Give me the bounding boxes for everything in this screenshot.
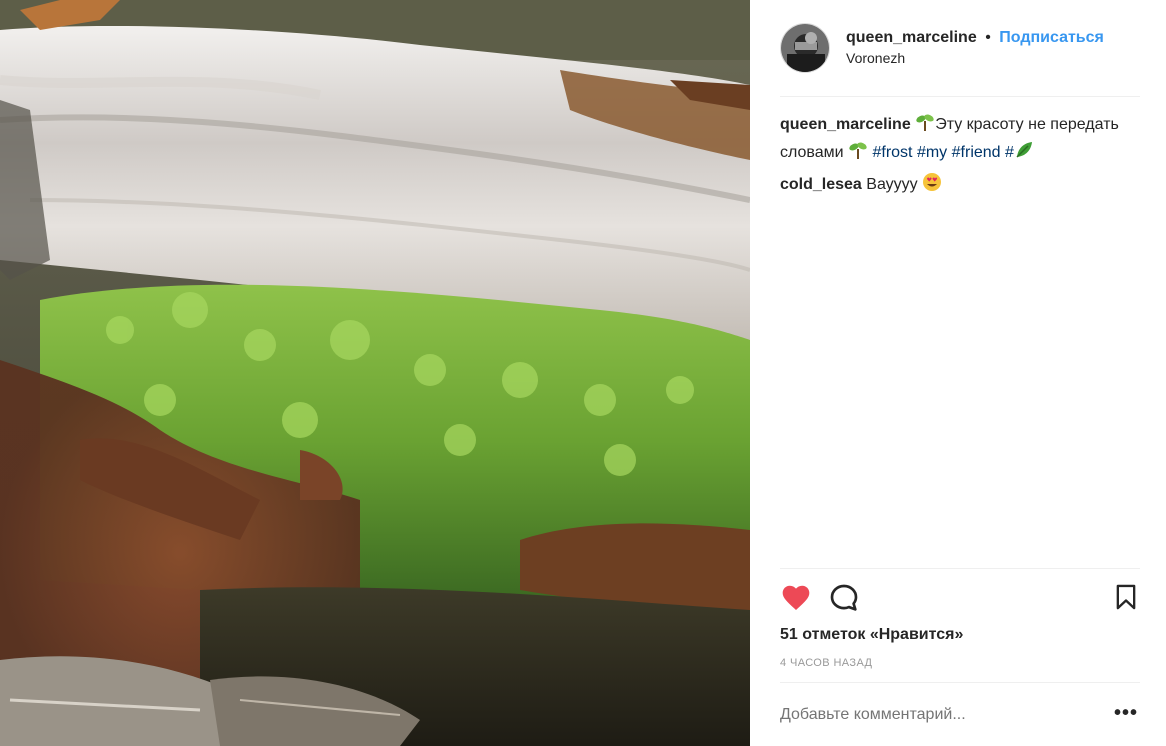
separator-dot: • xyxy=(985,29,991,46)
action-bar xyxy=(780,582,1140,616)
more-options-button[interactable]: ••• xyxy=(1114,702,1138,725)
comments-list: queen_marceline Эту красоту не передать … xyxy=(780,112,1144,204)
comment-button[interactable] xyxy=(828,582,860,619)
seedling-emoji-icon xyxy=(915,112,935,140)
hashtag-link[interactable]: #my xyxy=(917,144,947,161)
divider xyxy=(780,682,1140,683)
like-button[interactable] xyxy=(780,582,812,619)
caption: queen_marceline Эту красоту не передать … xyxy=(780,112,1144,168)
post-photo[interactable] xyxy=(0,0,750,746)
moss-log-photo xyxy=(0,0,750,746)
heart-eyes-emoji-icon xyxy=(922,172,942,200)
hashtag-link[interactable]: # xyxy=(1005,144,1014,161)
avatar[interactable] xyxy=(780,23,830,73)
add-comment-input[interactable] xyxy=(780,706,1100,724)
caption-username[interactable]: queen_marceline xyxy=(780,116,911,133)
post-dialog: queen_marceline • Подписаться Voronezh q… xyxy=(0,0,1166,746)
header-info: queen_marceline • Подписаться Voronezh xyxy=(846,28,1104,68)
author-username[interactable]: queen_marceline xyxy=(846,29,977,46)
save-button[interactable] xyxy=(1112,582,1140,617)
leaf-emoji-icon xyxy=(1014,140,1034,168)
hashtag-link[interactable]: #friend xyxy=(952,144,1001,161)
seedling-emoji-icon xyxy=(848,140,868,168)
post-header: queen_marceline • Подписаться Voronezh xyxy=(780,20,1140,76)
hashtag-link[interactable]: #frost xyxy=(872,144,912,161)
follow-button[interactable]: Подписаться xyxy=(999,29,1104,46)
post-side-panel: queen_marceline • Подписаться Voronezh q… xyxy=(750,0,1166,746)
post-timestamp[interactable]: 4 ЧАСОВ НАЗАД xyxy=(780,657,872,669)
comment-bubble-icon xyxy=(830,584,858,611)
bookmark-icon xyxy=(1116,584,1136,610)
divider xyxy=(780,568,1140,569)
avatar-image xyxy=(781,24,829,72)
comment-text: Вауууу xyxy=(866,176,918,193)
comment-username[interactable]: cold_lesea xyxy=(780,176,862,193)
comment-item: cold_lesea Вауууу xyxy=(780,172,1144,200)
heart-icon xyxy=(782,585,810,610)
likes-count[interactable]: 51 отметок «Нравится» xyxy=(780,626,963,644)
ellipsis-icon: ••• xyxy=(1113,702,1138,724)
divider xyxy=(780,96,1140,97)
location-link[interactable]: Voronezh xyxy=(846,48,1104,68)
